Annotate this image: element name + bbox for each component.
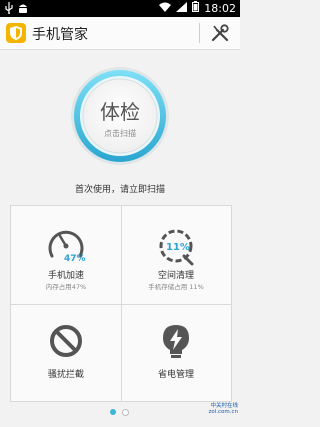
shield-logo-icon <box>6 23 26 43</box>
android-icon <box>18 2 28 17</box>
battery-lightning-icon <box>156 321 196 361</box>
feature-label: 手机加速 <box>47 271 84 281</box>
feature-label: 骚扰拦截 <box>47 370 84 380</box>
clean-percent: 11% <box>166 242 190 253</box>
page-dot[interactable] <box>122 409 129 416</box>
scan-button[interactable]: 体检 点击扫描 <box>70 66 170 166</box>
usb-icon <box>4 2 14 17</box>
feature-grid: 47% 手机加速 内存占用47% 11% 空间清理 手机存储占用 11% 骚扰拦… <box>10 205 232 402</box>
feature-sub: 手机存储占用 11% <box>148 283 204 291</box>
feature-power-saving[interactable]: 省电管理 <box>121 305 231 403</box>
status-bar: 18:02 <box>0 0 240 17</box>
broom-clean-icon: 11% <box>156 226 196 266</box>
scan-hint: 首次使用，请立即扫描 <box>74 185 165 195</box>
speed-percent: 47% <box>64 254 86 264</box>
app-title: 手机管家 <box>32 27 88 43</box>
signal-icon <box>176 1 188 15</box>
feature-label: 空间清理 <box>157 271 194 281</box>
tools-icon[interactable] <box>210 23 230 43</box>
clock: 18:02 <box>204 1 236 15</box>
feature-label: 省电管理 <box>157 370 194 380</box>
block-icon <box>46 321 86 361</box>
scan-subtitle: 点击扫描 <box>104 129 136 138</box>
watermark-logo: 中关村在线 zol.com.cn <box>208 403 238 416</box>
battery-icon <box>192 1 200 15</box>
wifi-icon <box>159 2 172 15</box>
scan-title: 体检 <box>100 100 140 124</box>
page-dot-active[interactable] <box>110 409 116 415</box>
feature-speed-up[interactable]: 47% 手机加速 内存占用47% <box>11 206 121 304</box>
app-bar: 手机管家 <box>0 17 240 50</box>
feature-space-clean[interactable]: 11% 空间清理 手机存储占用 11% <box>121 206 231 304</box>
page-indicator <box>110 409 134 417</box>
feature-sub: 内存占用47% <box>45 283 87 291</box>
appbar-divider <box>199 23 200 43</box>
feature-harassment-block[interactable]: 骚扰拦截 <box>11 305 121 403</box>
speed-gauge-icon: 47% <box>46 226 86 266</box>
